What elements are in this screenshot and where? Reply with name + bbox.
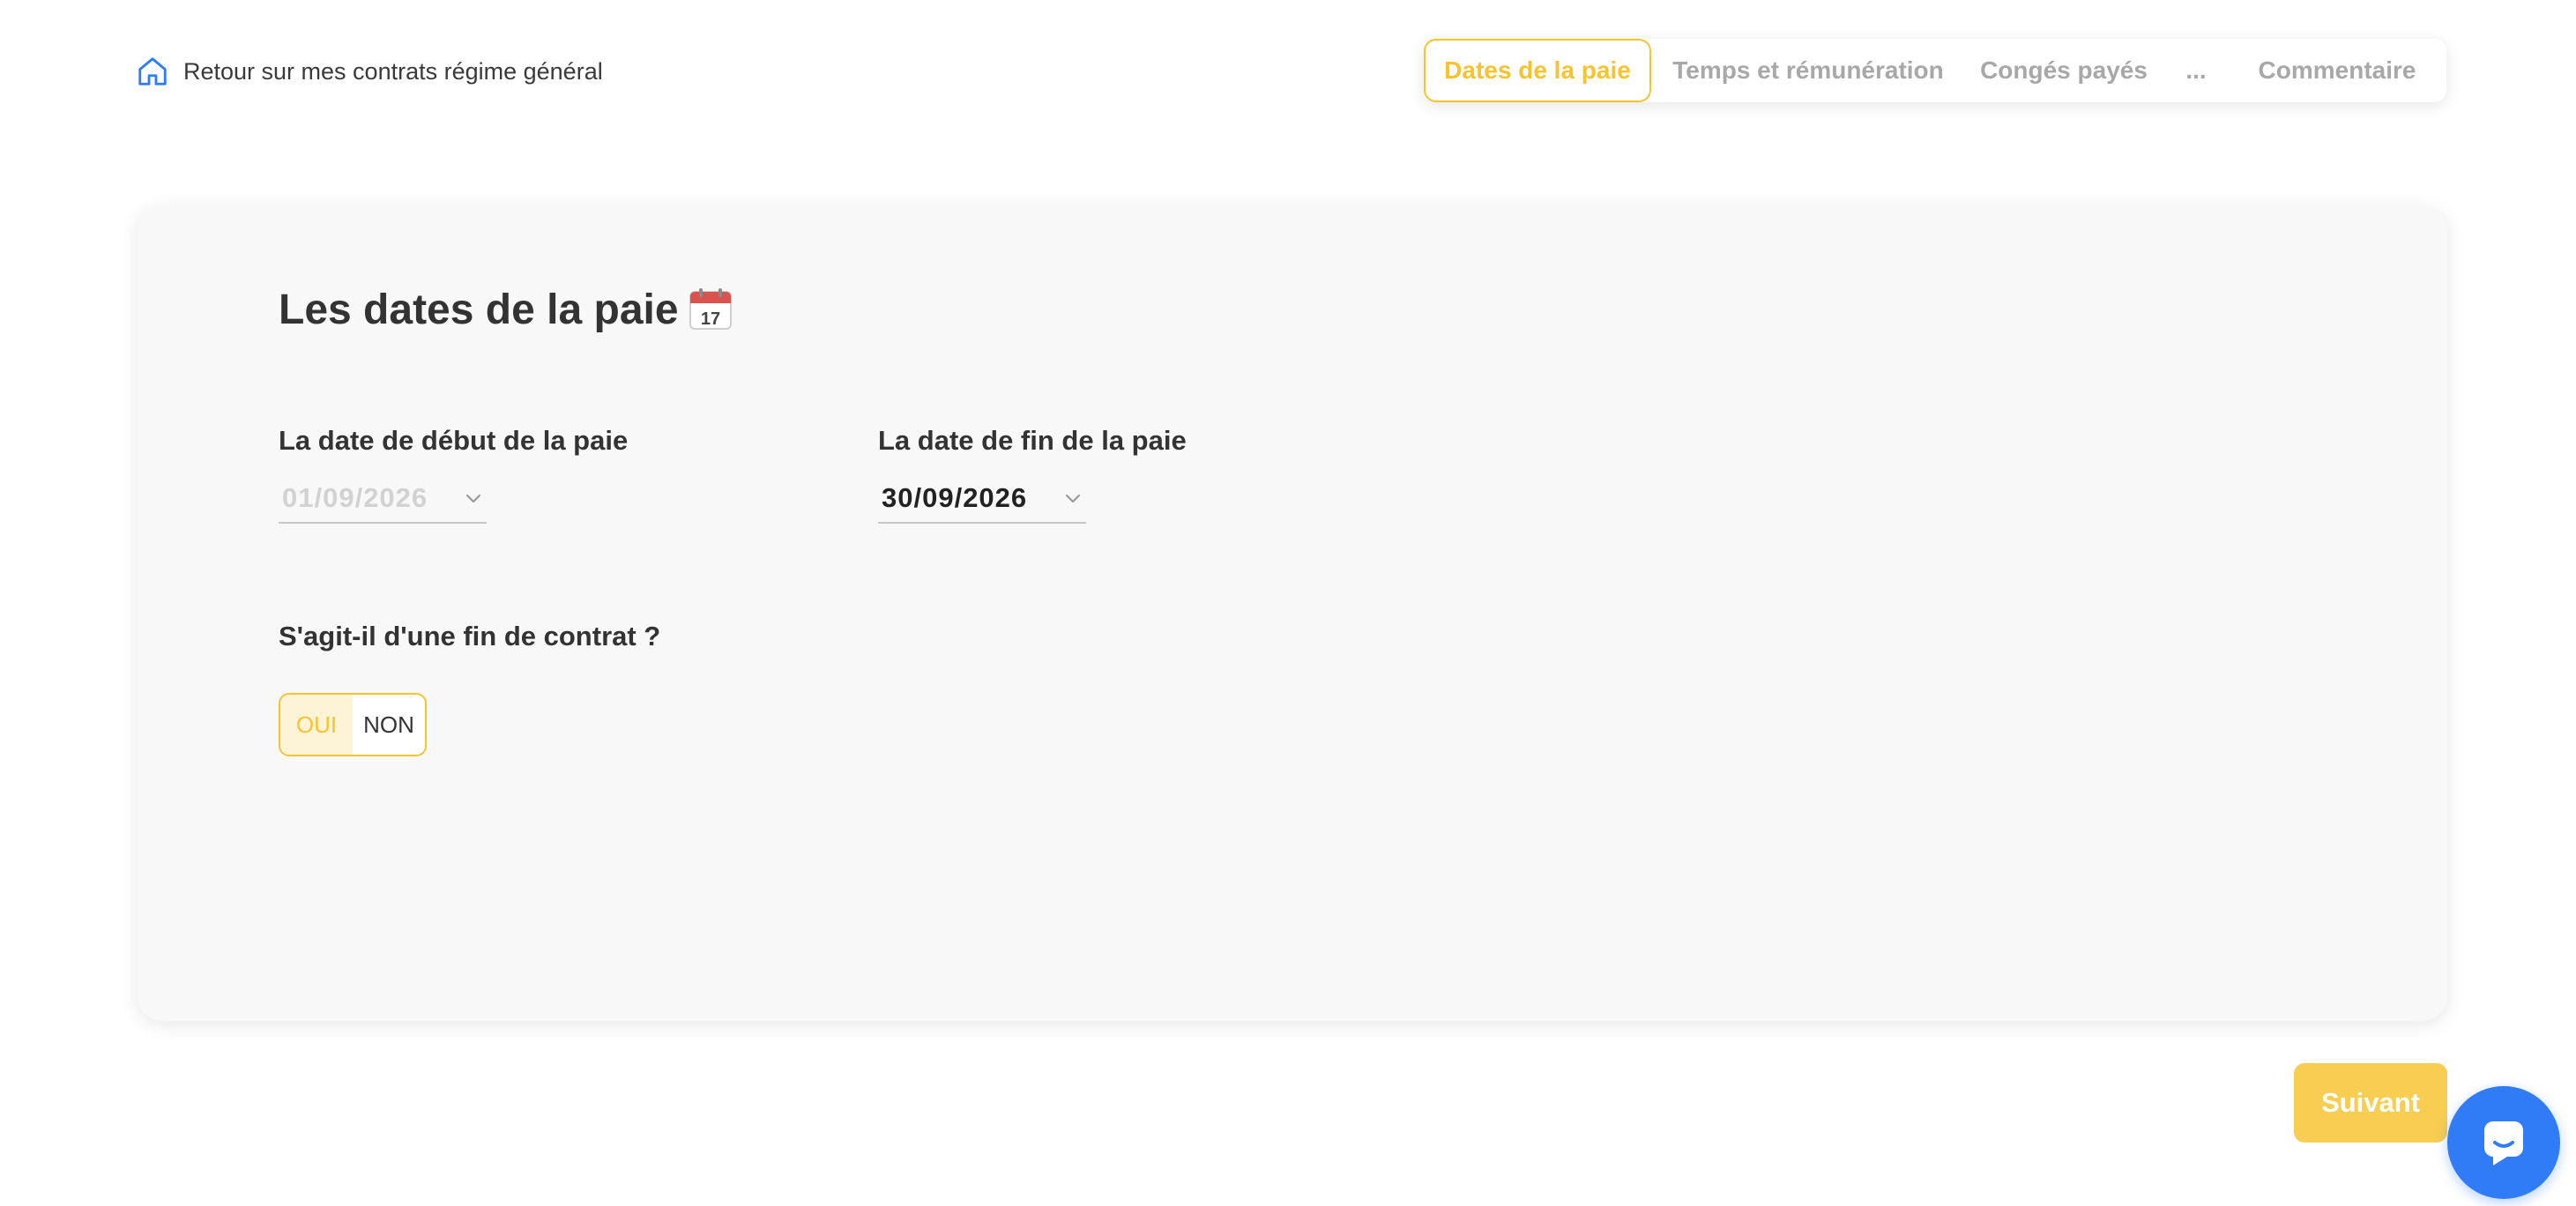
step-navigation: Dates de la paie Temps et rémunération C… [1424,39,2446,102]
end-date-value: 30/09/2026 [882,482,1028,513]
back-to-contracts-link[interactable]: Retour sur mes contrats régime général [136,51,603,92]
back-link-label: Retour sur mes contrats régime général [183,57,603,85]
end-of-contract-question: S'agit-il d'une fin de contrat ? [279,621,661,651]
toggle-option-oui[interactable]: OUI [280,695,353,755]
end-of-contract-toggle: OUI NON [279,693,427,756]
step-conges-payes[interactable]: Congés payés [1965,39,2163,102]
step-more[interactable]: ... [2163,39,2230,102]
step-temps-et-remuneration[interactable]: Temps et rémunération [1651,39,1965,102]
toggle-option-non[interactable]: NON [353,695,425,755]
start-date-value: 01/09/2026 [282,482,428,513]
next-button[interactable]: Suivant [2294,1063,2447,1143]
home-icon [136,55,169,88]
start-date-label: La date de début de la paie [279,425,629,456]
step-dates-de-la-paie[interactable]: Dates de la paie [1424,39,1651,102]
calendar-day-text: 17 [700,309,719,329]
chat-widget-button[interactable] [2447,1086,2560,1199]
end-date-label: La date de fin de la paie [878,425,1187,456]
page-title-text: Les dates de la paie [279,286,679,333]
chevron-down-icon [464,488,483,508]
chevron-down-icon [1063,488,1083,508]
calendar-icon: 17 [688,287,733,332]
end-date-field[interactable]: 30/09/2026 [878,474,1086,524]
step-commentaire[interactable]: Commentaire [2230,39,2445,102]
start-date-field[interactable]: 01/09/2026 [279,474,487,524]
page-title: Les dates de la paie 17 [279,279,733,340]
chat-icon [2475,1114,2532,1171]
pay-dates-card: Les dates de la paie 17 La date de début… [138,206,2447,1021]
